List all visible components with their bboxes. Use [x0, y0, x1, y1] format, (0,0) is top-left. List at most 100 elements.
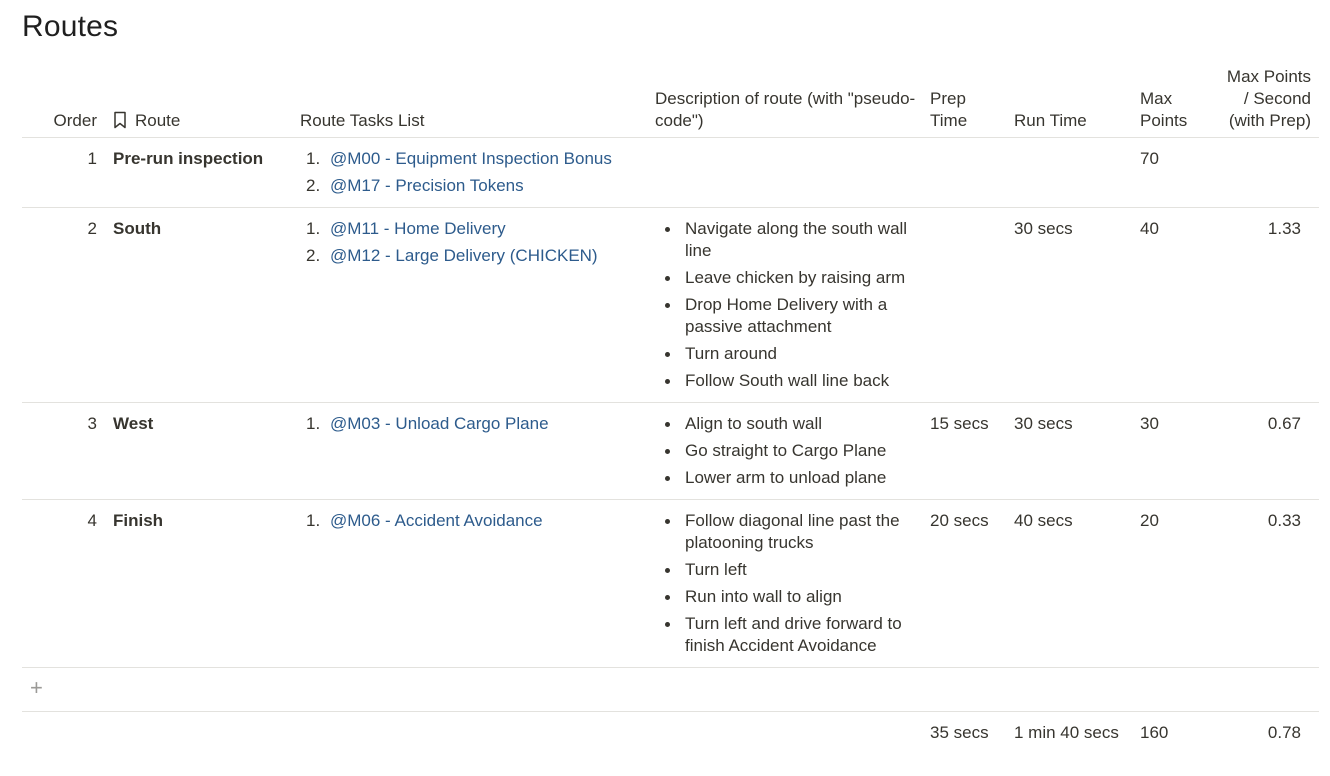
total-prep-time[interactable]: 35 secs [924, 712, 1008, 755]
description-item: Turn left [663, 559, 918, 581]
totals-empty [22, 712, 107, 755]
row-run-time[interactable]: 40 secs [1008, 499, 1134, 668]
description-item: Navigate along the south wall line [663, 218, 918, 262]
total-max-points-per-second[interactable]: 0.78 [1213, 712, 1319, 755]
route-name: Pre-run inspection [113, 149, 264, 168]
description-item: Run into wall to align [663, 586, 918, 608]
route-name: West [113, 414, 154, 433]
header-description[interactable]: Description of route (with "pseudo-code"… [649, 66, 924, 138]
row-max-points-per-second[interactable]: 0.33 [1213, 499, 1319, 668]
bullet-icon [663, 559, 685, 581]
task-item: 1. @M03 - Unload Cargo Plane [306, 413, 643, 435]
row-prep-time[interactable]: 15 secs [924, 402, 1008, 500]
row-tasks[interactable]: 1. @M06 - Accident Avoidance [294, 499, 649, 668]
task-item: 1. @M11 - Home Delivery [306, 218, 643, 240]
row-tasks[interactable]: 1. @M00 - Equipment Inspection Bonus 2. @M1… [294, 137, 649, 208]
task-number: 2. [306, 176, 321, 195]
row-route[interactable]: Pre-run inspection [107, 137, 294, 208]
row-prep-time[interactable] [924, 207, 1008, 403]
row-order[interactable]: 3 [22, 402, 107, 500]
row-run-time[interactable] [1008, 137, 1134, 208]
row-order[interactable]: 2 [22, 207, 107, 403]
page-title: Routes [22, 10, 119, 43]
route-name: Finish [113, 511, 164, 530]
total-max-points[interactable]: 160 [1134, 712, 1213, 755]
header-route[interactable]: Route [107, 66, 294, 138]
task-list: 1. @M06 - Accident Avoidance [300, 510, 643, 532]
description-text: Lower arm to unload plane [685, 468, 887, 487]
description-item: Turn around [663, 343, 918, 365]
task-link[interactable]: @M00 - Equipment Inspection Bonus [330, 148, 612, 170]
task-number: 1. [306, 414, 321, 433]
header-max-points[interactable]: Max Points [1134, 66, 1213, 138]
description-text: Turn around [685, 344, 777, 363]
header-max-points-per-second[interactable]: Max Points / Second (with Prep) [1213, 66, 1319, 138]
plus-icon[interactable]: + [28, 675, 43, 700]
bullet-icon [663, 440, 685, 462]
row-run-time[interactable]: 30 secs [1008, 402, 1134, 500]
row-max-points-per-second[interactable]: 1.33 [1213, 207, 1319, 403]
task-link[interactable]: @M11 - Home Delivery [330, 218, 506, 240]
bookmark-icon [114, 111, 126, 129]
description-item: Align to south wall [663, 413, 918, 435]
bullet-icon [663, 343, 685, 365]
row-run-time[interactable]: 30 secs [1008, 207, 1134, 403]
description-text: Drop Home Delivery with a passive attach… [685, 295, 888, 336]
task-list: 1. @M00 - Equipment Inspection Bonus 2. @M1… [300, 148, 643, 197]
header-row: Order Route Route Tasks List Description… [22, 66, 1319, 138]
row-prep-time[interactable]: 20 secs [924, 499, 1008, 668]
row-description[interactable]: Navigate along the south wall line Leave … [649, 207, 924, 403]
row-description[interactable]: Align to south wall Go straight to Cargo … [649, 402, 924, 500]
row-order[interactable]: 4 [22, 499, 107, 668]
row-tasks[interactable]: 1. @M03 - Unload Cargo Plane [294, 402, 649, 500]
task-list: 1. @M11 - Home Delivery 2. @M12 - Large Del… [300, 218, 643, 267]
row-description[interactable]: Follow diagonal line past the platooning… [649, 499, 924, 668]
totals-row: 35 secs 1 min 40 secs 160 0.78 [22, 712, 1319, 755]
totals-empty [294, 712, 649, 755]
header-tasks[interactable]: Route Tasks List [294, 66, 649, 138]
task-item: 1. @M06 - Accident Avoidance [306, 510, 643, 532]
description-list: Follow diagonal line past the platooning… [655, 510, 918, 657]
row-tasks[interactable]: 1. @M11 - Home Delivery 2. @M12 - Large Del… [294, 207, 649, 403]
description-item: Drop Home Delivery with a passive attach… [663, 294, 918, 338]
table-row: 1 Pre-run inspection 1. @M00 - Equipment In… [22, 137, 1319, 208]
totals-empty [649, 712, 924, 755]
total-run-time[interactable]: 1 min 40 secs [1008, 712, 1134, 755]
task-number: 1. [306, 219, 321, 238]
bullet-icon [663, 586, 685, 608]
bullet-icon [663, 370, 685, 392]
task-item: 2. @M12 - Large Delivery (CHICKEN) [306, 245, 643, 267]
table-body: 1 Pre-run inspection 1. @M00 - Equipment In… [22, 137, 1319, 668]
description-text: Leave chicken by raising arm [685, 268, 906, 287]
description-text: Navigate along the south wall line [685, 219, 908, 260]
add-row-cell[interactable]: + [22, 667, 1319, 712]
description-text: Follow South wall line back [685, 371, 890, 390]
row-max-points[interactable]: 30 [1134, 402, 1213, 500]
row-max-points[interactable]: 40 [1134, 207, 1213, 403]
header-prep-time[interactable]: Prep Time [924, 66, 1008, 138]
table-row: 4 Finish 1. @M06 - Accident Avoidance Follow… [22, 499, 1319, 668]
row-route[interactable]: West [107, 402, 294, 500]
bullet-icon [663, 267, 685, 289]
description-item: Leave chicken by raising arm [663, 267, 918, 289]
header-order[interactable]: Order [22, 66, 107, 138]
description-text: Turn left and drive forward to finish Ac… [685, 614, 902, 655]
row-prep-time[interactable] [924, 137, 1008, 208]
row-order[interactable]: 1 [22, 137, 107, 208]
header-run-time[interactable]: Run Time [1008, 66, 1134, 138]
row-max-points-per-second[interactable]: 0.67 [1213, 402, 1319, 500]
description-text: Run into wall to align [685, 587, 842, 606]
row-max-points-per-second[interactable] [1213, 137, 1319, 208]
row-max-points[interactable]: 70 [1134, 137, 1213, 208]
task-link[interactable]: @M06 - Accident Avoidance [330, 510, 543, 532]
task-link[interactable]: @M17 - Precision Tokens [330, 175, 524, 197]
task-link[interactable]: @M12 - Large Delivery (CHICKEN) [330, 245, 598, 267]
row-route[interactable]: Finish [107, 499, 294, 668]
description-text: Follow diagonal line past the platooning… [685, 511, 900, 552]
row-route[interactable]: South [107, 207, 294, 403]
description-text: Align to south wall [685, 414, 823, 433]
row-description[interactable] [649, 137, 924, 208]
bullet-icon [663, 467, 685, 489]
task-link[interactable]: @M03 - Unload Cargo Plane [330, 413, 549, 435]
row-max-points[interactable]: 20 [1134, 499, 1213, 668]
